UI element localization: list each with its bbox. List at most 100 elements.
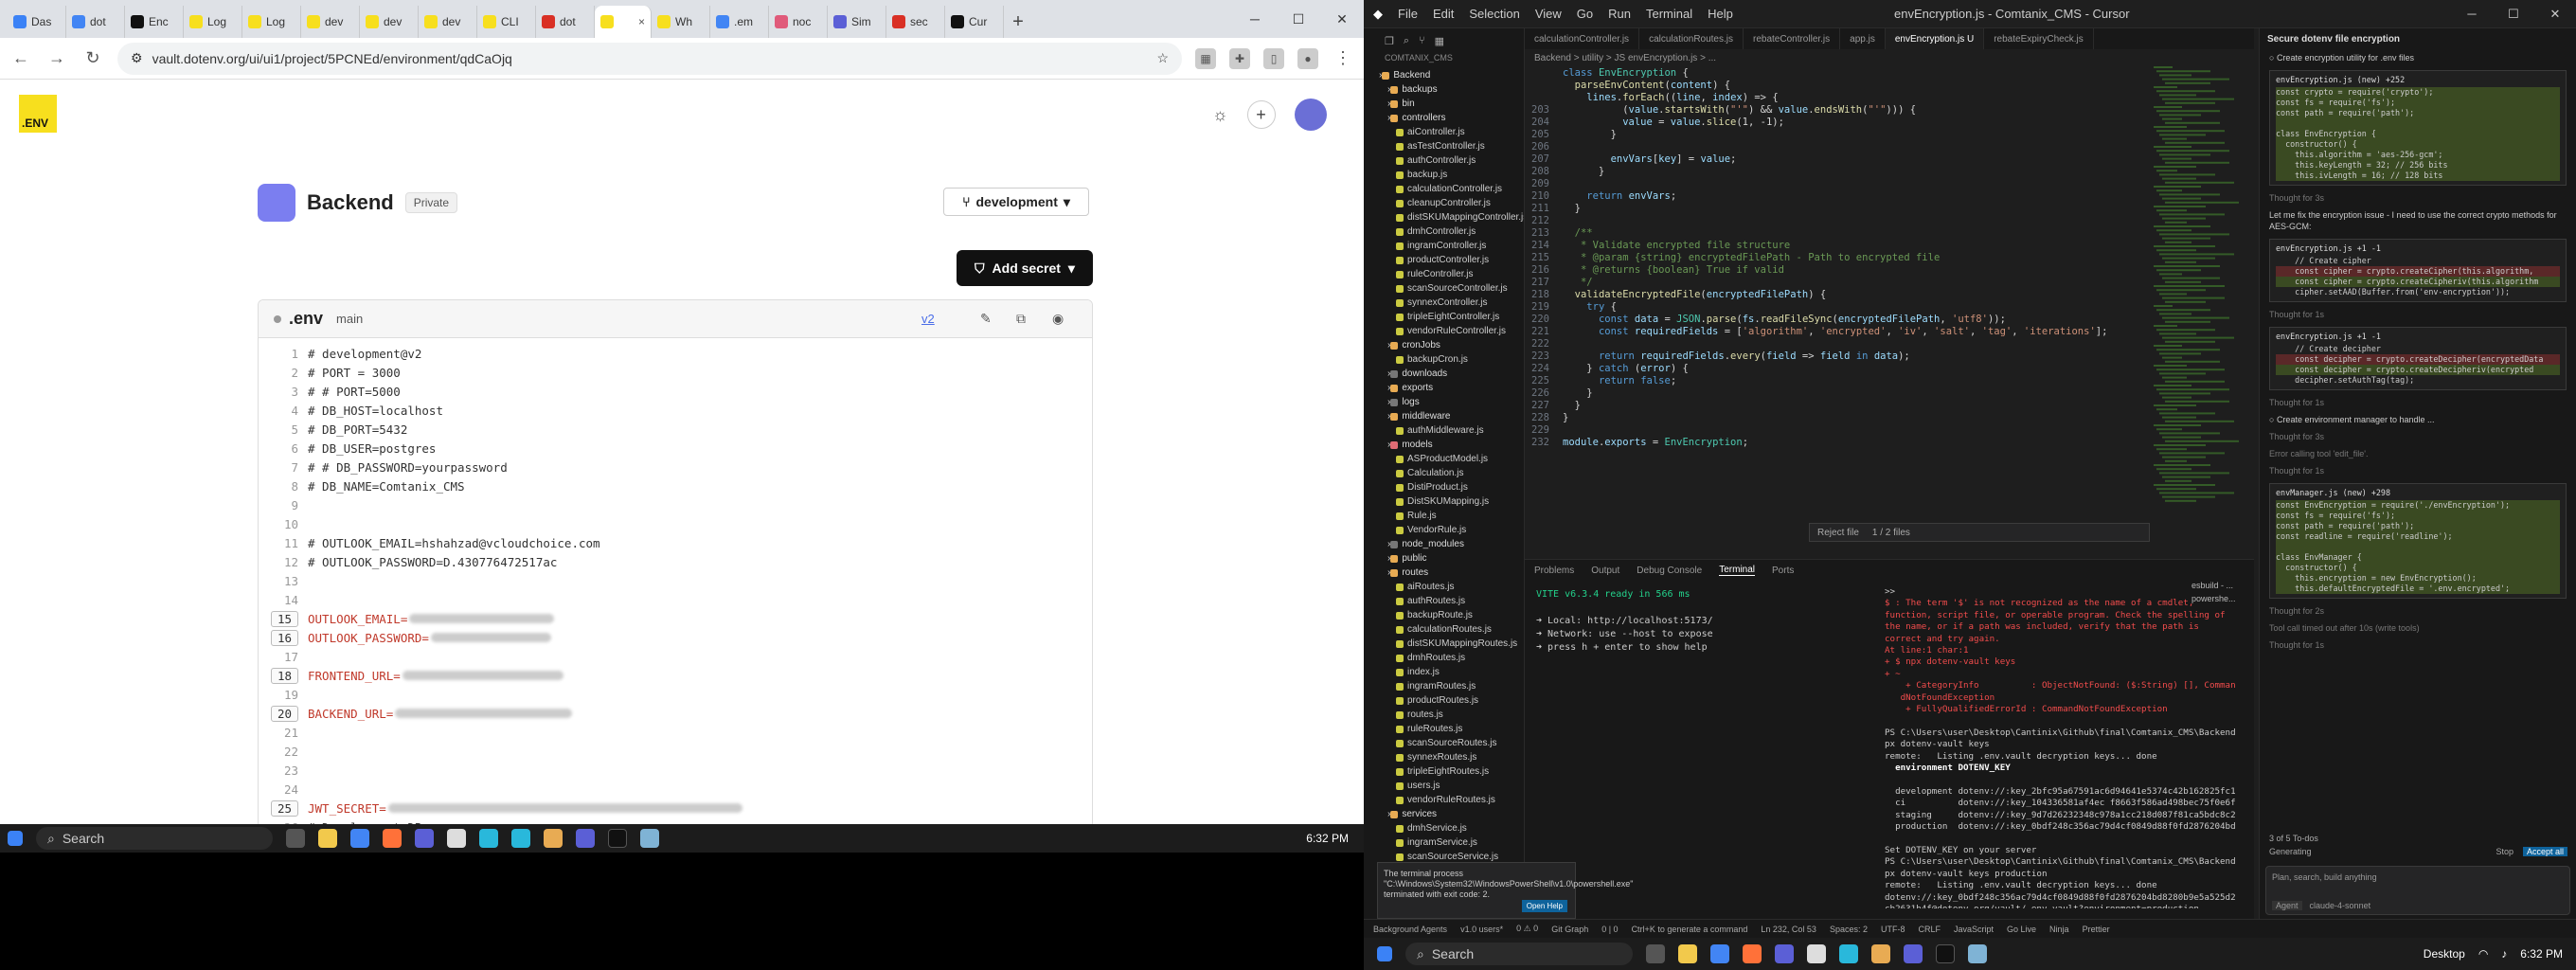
file-item[interactable]: authMiddleware.js: [1373, 423, 1524, 438]
menu-item[interactable]: Terminal: [1646, 7, 1692, 21]
browser-tab[interactable]: Log: [242, 6, 301, 38]
status-item[interactable]: Background Agents: [1373, 925, 1447, 934]
folder-item[interactable]: › middleware: [1373, 409, 1524, 423]
bookmark-star-icon[interactable]: ☆: [1156, 50, 1169, 66]
masked-value[interactable]: [395, 709, 573, 718]
menu-item[interactable]: View: [1535, 7, 1562, 21]
browser-tab[interactable]: ×: [595, 6, 652, 38]
stop-button[interactable]: Stop: [2496, 847, 2513, 856]
env-line[interactable]: 19: [259, 685, 1092, 704]
file-item[interactable]: DistSKUMapping.js: [1373, 494, 1524, 509]
file-item[interactable]: synnexRoutes.js: [1373, 750, 1524, 764]
folder-item[interactable]: › public: [1373, 551, 1524, 566]
env-line[interactable]: 4 # DB_HOST=localhost: [259, 401, 1092, 420]
env-line[interactable]: 8 # DB_NAME=Comtanix_CMS: [259, 476, 1092, 495]
folder-item[interactable]: › models: [1373, 438, 1524, 452]
env-line[interactable]: 16 OUTLOOK_PASSWORD=: [259, 628, 1092, 647]
code-diff-block[interactable]: envEncryption.js (new) +252 const crypto …: [2269, 70, 2567, 186]
editor-tab[interactable]: calculationController.js: [1525, 28, 1640, 49]
editor-tab[interactable]: envEncryption.js U: [1885, 28, 1985, 49]
file-item[interactable]: ingramService.js: [1373, 835, 1524, 850]
env-line[interactable]: 9: [259, 495, 1092, 514]
file-item[interactable]: ruleController.js: [1373, 267, 1524, 281]
file-item[interactable]: backupCron.js: [1373, 352, 1524, 367]
env-line[interactable]: 6 # DB_USER=postgres: [259, 439, 1092, 458]
file-item[interactable]: productController.js: [1373, 253, 1524, 267]
browser-tab[interactable]: noc: [769, 6, 828, 38]
folder-item[interactable]: › node_modules: [1373, 537, 1524, 551]
profile-icon[interactable]: ●: [1297, 47, 1318, 69]
desktop-label[interactable]: Desktop: [2424, 947, 2465, 961]
vscode-icon[interactable]: [1839, 944, 1858, 963]
editor-tab[interactable]: calculationRoutes.js: [1639, 28, 1744, 49]
search-icon[interactable]: ⌕: [1404, 35, 1409, 47]
accept-all-button[interactable]: Accept all: [2522, 847, 2567, 856]
app-icon[interactable]: [544, 829, 563, 848]
discord-icon[interactable]: [1775, 944, 1794, 963]
status-item[interactable]: Ln 232, Col 53: [1761, 925, 1816, 934]
browser-tab[interactable]: sec: [886, 6, 945, 38]
todo-item[interactable]: ○ Create environment manager to handle .…: [2260, 411, 2576, 428]
file-item[interactable]: authRoutes.js: [1373, 594, 1524, 608]
maximize-icon[interactable]: ☐: [1277, 0, 1320, 38]
url-input[interactable]: ⚙ vault.dotenv.org/ui/ui1/project/5PCNEd…: [117, 42, 1182, 75]
terminal-vite[interactable]: VITE v6.3.4 ready in 566 ms ➜ Local: htt…: [1536, 588, 1868, 655]
avatar[interactable]: [1294, 99, 1327, 131]
version-link[interactable]: v2: [921, 312, 935, 326]
env-line[interactable]: 25 JWT_SECRET=: [259, 799, 1092, 817]
minimize-icon[interactable]: ─: [1233, 0, 1277, 38]
new-tab-button[interactable]: +: [1004, 6, 1032, 38]
mode-select[interactable]: Agent: [2272, 901, 2302, 910]
env-line[interactable]: 7 # # DB_PASSWORD=yourpassword: [259, 458, 1092, 476]
file-item[interactable]: asTestController.js: [1373, 139, 1524, 153]
add-secret-button[interactable]: ⛉ Add secret ▾: [957, 250, 1093, 286]
status-item[interactable]: Ninja: [2049, 925, 2069, 934]
env-line[interactable]: 15 OUTLOOK_EMAIL=: [259, 609, 1092, 628]
editor-tab[interactable]: app.js: [1840, 28, 1886, 49]
status-item[interactable]: 0 | 0: [1601, 925, 1618, 934]
code-diff-block[interactable]: envEncryption.js +1 -1 // Create deciphe…: [2269, 327, 2567, 390]
environment-select[interactable]: ⑂ development ▾: [943, 188, 1089, 216]
taskbar-search[interactable]: ⌕ Search: [36, 827, 273, 850]
task-view-icon[interactable]: [286, 829, 305, 848]
app-icon[interactable]: [511, 829, 530, 848]
code-diff-block[interactable]: envManager.js (new) +298 const EnvEncrypt…: [2269, 483, 2567, 599]
file-item[interactable]: aiController.js: [1373, 125, 1524, 139]
file-item[interactable]: productRoutes.js: [1373, 693, 1524, 708]
panel-tab[interactable]: Terminal: [1719, 565, 1756, 576]
menu-item[interactable]: Edit: [1433, 7, 1454, 21]
add-icon[interactable]: +: [1246, 100, 1276, 129]
env-line[interactable]: 13: [259, 571, 1092, 590]
editor-tab[interactable]: rebateExpiryCheck.js: [1984, 28, 2094, 49]
file-item[interactable]: ingramRoutes.js: [1373, 679, 1524, 693]
back-icon[interactable]: ←: [9, 48, 32, 68]
model-select[interactable]: claude-4-sonnet: [2310, 901, 2371, 910]
taskbar-search[interactable]: ⌕ Search: [1405, 943, 1633, 965]
menu-item[interactable]: File: [1398, 7, 1418, 21]
browser-tab[interactable]: Log: [184, 6, 242, 38]
file-item[interactable]: calculationController.js: [1373, 182, 1524, 196]
app-icon[interactable]: [1871, 944, 1890, 963]
folder-item[interactable]: › exports: [1373, 381, 1524, 395]
file-item[interactable]: cleanupController.js: [1373, 196, 1524, 210]
chat-composer[interactable]: Plan, search, build anything Agent claud…: [2265, 866, 2570, 915]
masked-value[interactable]: [387, 803, 742, 813]
file-item[interactable]: scanSourceController.js: [1373, 281, 1524, 296]
volume-icon[interactable]: ♪: [2501, 947, 2507, 961]
file-item[interactable]: ruleRoutes.js: [1373, 722, 1524, 736]
file-item[interactable]: ingramController.js: [1373, 239, 1524, 253]
env-line[interactable]: 21: [259, 723, 1092, 742]
file-explorer-icon[interactable]: [318, 829, 337, 848]
menu-icon[interactable]: ⋮: [1332, 48, 1354, 68]
vscode-icon[interactable]: [479, 829, 498, 848]
app-icon[interactable]: [576, 829, 595, 848]
env-line[interactable]: 17: [259, 647, 1092, 666]
maximize-icon[interactable]: ☐: [2493, 7, 2534, 22]
folder-item[interactable]: › logs: [1373, 395, 1524, 409]
file-item[interactable]: backup.js: [1373, 168, 1524, 182]
file-item[interactable]: Calculation.js: [1373, 466, 1524, 480]
extensions-icon[interactable]: ▦: [1195, 47, 1216, 69]
theme-toggle-icon[interactable]: ☼: [1212, 105, 1228, 125]
status-item[interactable]: Ctrl+K to generate a command: [1632, 925, 1748, 934]
file-explorer-icon[interactable]: [1678, 944, 1697, 963]
